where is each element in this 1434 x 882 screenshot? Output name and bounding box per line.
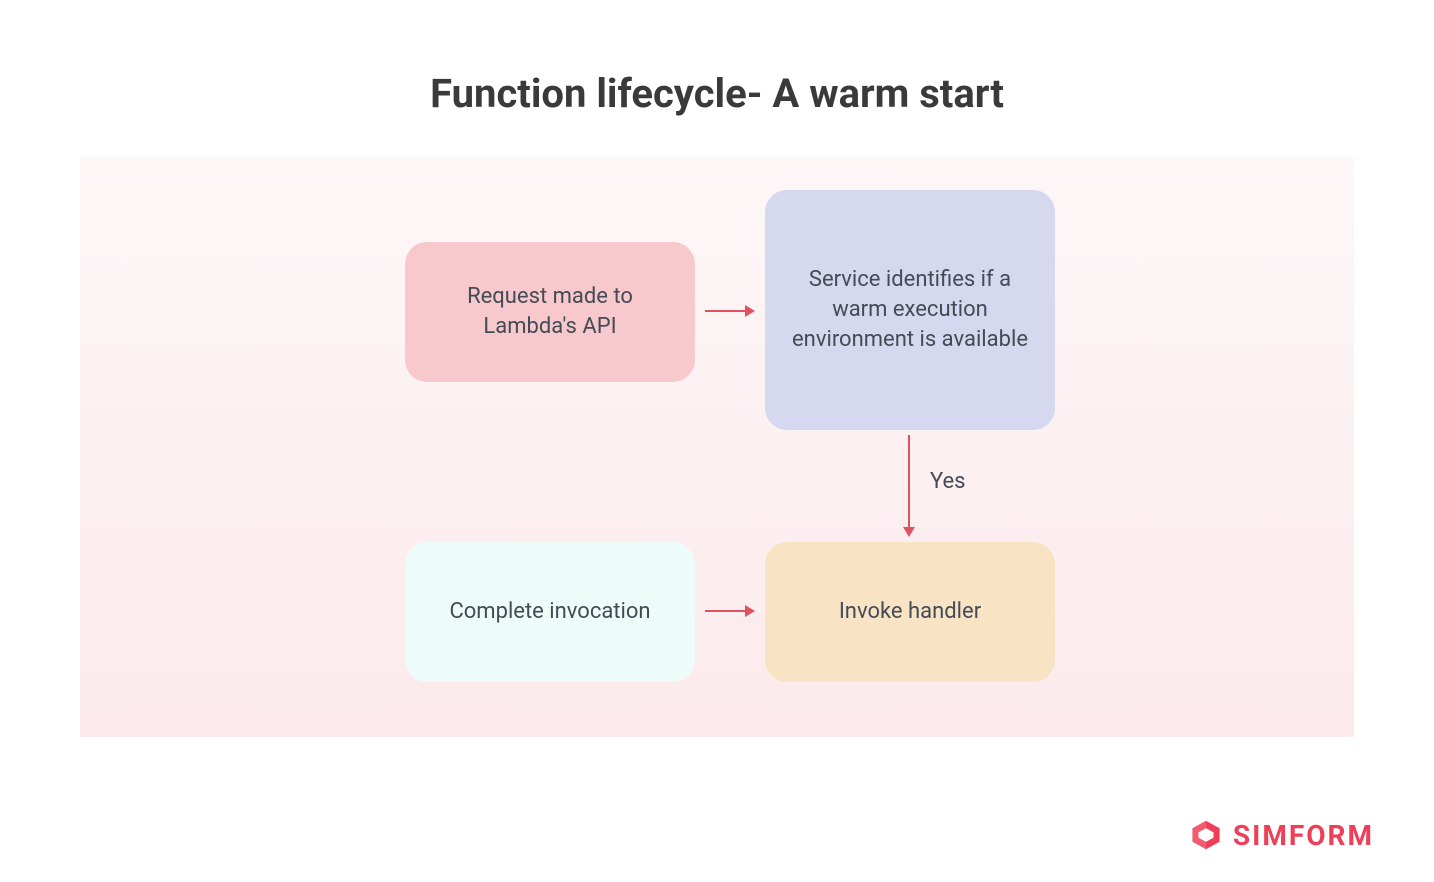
node-service-label: Service identifies if a warm execution e…	[781, 265, 1039, 354]
node-request-label: Request made to Lambda's API	[421, 282, 679, 341]
node-complete: Complete invocation	[405, 542, 695, 682]
node-invoke-label: Invoke handler	[839, 597, 981, 627]
arrow-service-to-invoke	[908, 435, 910, 535]
node-service: Service identifies if a warm execution e…	[765, 190, 1055, 430]
arrow-request-to-service	[705, 310, 753, 312]
node-invoke: Invoke handler	[765, 542, 1055, 682]
brand-logo: SIMFORM	[1189, 818, 1374, 852]
edge-label-yes: Yes	[930, 469, 966, 494]
brand-mark-icon	[1189, 818, 1223, 852]
node-complete-label: Complete invocation	[449, 597, 650, 627]
brand-name: SIMFORM	[1233, 819, 1374, 852]
diagram-title: Function lifecycle- A warm start	[0, 0, 1434, 157]
diagram-canvas: Request made to Lambda's API Service ide…	[80, 157, 1354, 737]
node-request: Request made to Lambda's API	[405, 242, 695, 382]
arrow-complete-to-invoke	[705, 610, 753, 612]
